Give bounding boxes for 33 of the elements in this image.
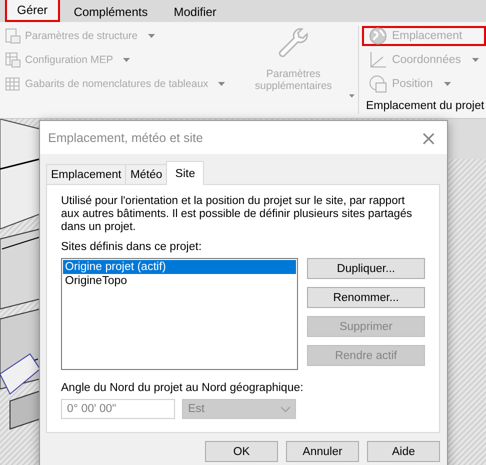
grid-icon <box>5 52 21 68</box>
caret-icon <box>148 34 155 38</box>
chevron-icon <box>281 406 290 412</box>
caret-icon <box>472 58 479 62</box>
angle-label: Angle du Nord du projet au Nord géographique: <box>61 382 304 394</box>
ribbon-tab[interactable]: Compléments <box>62 0 160 22</box>
dialog-button[interactable]: Annuler <box>286 441 359 462</box>
dialog-title: Emplacement, météo et site <box>48 130 203 144</box>
site-item[interactable]: Origine projet (actif) <box>63 260 296 274</box>
calendar-icon <box>5 76 21 92</box>
globe-icon <box>368 27 387 45</box>
site-button[interactable]: Dupliquer... <box>307 258 425 279</box>
site-button[interactable]: Renommer... <box>307 287 425 308</box>
sheet-icon <box>5 28 21 44</box>
caret-icon <box>123 58 130 62</box>
dialog-button[interactable]: Aide <box>367 441 440 462</box>
dialog-tab[interactable]: Site <box>166 161 204 185</box>
position-icon <box>368 75 387 93</box>
sites-list[interactable]: Origine projet (actif) OrigineTopo <box>61 258 298 370</box>
caret-icon <box>218 82 226 86</box>
axes-icon <box>368 51 387 69</box>
dialog-tab[interactable]: Emplacement <box>46 164 126 184</box>
description-text: Utilisé pour l'orientation et la position du projet sur le site, par rapport aux autres bâtiments. Il est possible de définir plusieurs sites partagés dans un projet. <box>61 195 414 234</box>
panel-label: Emplacement du projet <box>364 100 486 112</box>
wrench-icon <box>276 26 310 60</box>
dialog-button[interactable]: OK <box>205 441 278 462</box>
close-button[interactable]: × <box>418 128 439 148</box>
sites-label: Sites définis dans ce projet: <box>61 241 203 253</box>
caret-icon <box>349 94 356 98</box>
ribbon-tab[interactable]: Gérer <box>5 0 60 22</box>
caret-icon <box>444 82 451 86</box>
site-item[interactable]: OrigineTopo <box>63 274 296 288</box>
ribbon-tab[interactable]: Modifier <box>162 0 228 22</box>
